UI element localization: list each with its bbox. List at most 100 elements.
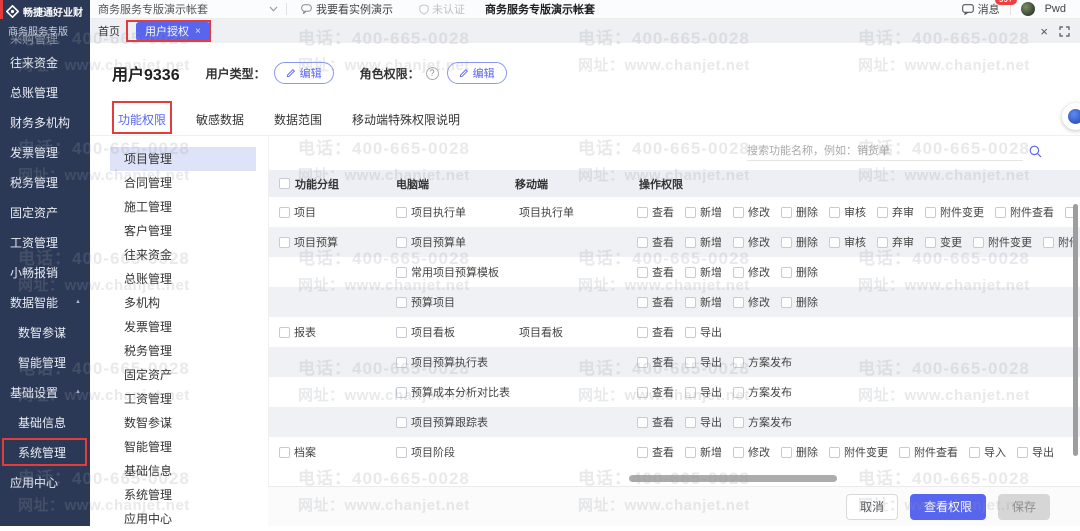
- checkbox[interactable]: [829, 237, 840, 248]
- permission-option[interactable]: 查看: [637, 264, 674, 280]
- permission-option[interactable]: 附件变更: [829, 444, 888, 460]
- checkbox[interactable]: [396, 417, 407, 428]
- category-item[interactable]: 多机构: [110, 291, 256, 315]
- permission-option[interactable]: 查看: [637, 204, 674, 220]
- sidebar-item[interactable]: 基础信息: [0, 407, 90, 437]
- checkbox[interactable]: [685, 447, 696, 458]
- checkbox[interactable]: [685, 267, 696, 278]
- permission-option[interactable]: 导出: [685, 414, 722, 430]
- search-input[interactable]: [747, 142, 1023, 161]
- permission-option[interactable]: 修改: [733, 204, 770, 220]
- checkbox[interactable]: [396, 327, 407, 338]
- category-item[interactable]: 智能管理: [110, 435, 256, 459]
- cancel-button[interactable]: 取消: [846, 494, 898, 520]
- permission-option[interactable]: 查看: [637, 414, 674, 430]
- edit-user-type-button[interactable]: 编辑: [274, 62, 334, 84]
- close-icon[interactable]: ×: [195, 26, 201, 37]
- checkbox[interactable]: [396, 387, 407, 398]
- checkbox[interactable]: [781, 237, 792, 248]
- checkbox[interactable]: [279, 237, 290, 248]
- checkbox[interactable]: [781, 207, 792, 218]
- permission-option[interactable]: 新增: [685, 264, 722, 280]
- permission-option[interactable]: 新增: [685, 444, 722, 460]
- category-item[interactable]: 总账管理: [110, 267, 256, 291]
- sidebar-item[interactable]: 基础设置▲: [0, 377, 90, 407]
- permission-option[interactable]: 导出: [1017, 444, 1054, 460]
- checkbox[interactable]: [637, 387, 648, 398]
- checkbox[interactable]: [396, 447, 407, 458]
- checkbox[interactable]: [1043, 237, 1054, 248]
- category-item[interactable]: 发票管理: [110, 315, 256, 339]
- sidebar-item[interactable]: 工资管理: [0, 227, 90, 257]
- checkbox[interactable]: [733, 297, 744, 308]
- checkbox[interactable]: [781, 297, 792, 308]
- sidebar-item[interactable]: 财务多机构: [0, 107, 90, 137]
- category-item[interactable]: 固定资产: [110, 363, 256, 387]
- permission-option[interactable]: 修改: [733, 294, 770, 310]
- sidebar-item[interactable]: 小畅报销: [0, 257, 90, 287]
- permission-option[interactable]: 方案发布: [733, 414, 792, 430]
- checkbox[interactable]: [733, 417, 744, 428]
- checkbox[interactable]: [637, 297, 648, 308]
- checkbox[interactable]: [279, 447, 290, 458]
- checkbox[interactable]: [396, 267, 407, 278]
- close-icon[interactable]: ×: [1040, 25, 1048, 38]
- collapse-arrow-icon[interactable]: ▲: [75, 299, 81, 305]
- permission-option[interactable]: 查看: [637, 234, 674, 250]
- category-item[interactable]: 往来资金: [110, 243, 256, 267]
- permission-option[interactable]: 附件变更: [925, 204, 984, 220]
- cert-status[interactable]: 未认证: [419, 1, 465, 17]
- permission-option[interactable]: 查看: [637, 444, 674, 460]
- tab-item[interactable]: 移动端特殊权限说明: [352, 111, 460, 128]
- checkbox[interactable]: [396, 237, 407, 248]
- permission-option[interactable]: 查看: [637, 324, 674, 340]
- permission-option[interactable]: 附件查看: [1043, 234, 1075, 250]
- permission-option[interactable]: 导出: [685, 324, 722, 340]
- category-item[interactable]: 数智参谋: [110, 411, 256, 435]
- sidebar-item[interactable]: 应用中心: [0, 467, 90, 497]
- vertical-scrollbar[interactable]: [1073, 204, 1078, 456]
- permission-option[interactable]: 弃审: [877, 234, 914, 250]
- permission-option[interactable]: 审核: [829, 204, 866, 220]
- permission-option[interactable]: 新增: [685, 204, 722, 220]
- checkbox[interactable]: [637, 357, 648, 368]
- permission-option[interactable]: 修改: [733, 444, 770, 460]
- sidebar-item[interactable]: 智能管理: [0, 347, 90, 377]
- sidebar-item[interactable]: 系统管理: [0, 437, 90, 467]
- checkbox[interactable]: [396, 297, 407, 308]
- checkbox[interactable]: [829, 207, 840, 218]
- avatar[interactable]: [1021, 2, 1035, 16]
- checkbox[interactable]: [685, 357, 696, 368]
- category-item[interactable]: 基础信息: [110, 459, 256, 483]
- permission-option[interactable]: 附件查看: [995, 204, 1054, 220]
- save-button[interactable]: 保存: [998, 494, 1050, 520]
- permission-option[interactable]: 删除: [781, 234, 818, 250]
- permission-option[interactable]: 方案发布: [733, 354, 792, 370]
- sidebar-item[interactable]: 往来资金: [0, 47, 90, 77]
- category-item[interactable]: 客户管理: [110, 219, 256, 243]
- checkbox[interactable]: [279, 207, 290, 218]
- tab-home[interactable]: 首页: [90, 23, 128, 39]
- permission-option[interactable]: 删除: [781, 264, 818, 280]
- select-all-checkbox[interactable]: [279, 178, 290, 189]
- sidebar-item[interactable]: 税务管理: [0, 167, 90, 197]
- tab-item[interactable]: 数据范围: [274, 111, 322, 128]
- view-permissions-button[interactable]: 查看权限: [910, 494, 986, 520]
- sidebar-item[interactable]: 数据智能▲: [0, 287, 90, 317]
- checkbox[interactable]: [973, 237, 984, 248]
- checkbox[interactable]: [637, 267, 648, 278]
- permission-option[interactable]: 导出: [685, 384, 722, 400]
- category-item[interactable]: 税务管理: [110, 339, 256, 363]
- search-icon[interactable]: [1029, 145, 1042, 158]
- checkbox[interactable]: [925, 237, 936, 248]
- checkbox[interactable]: [685, 237, 696, 248]
- permission-option[interactable]: 删除: [781, 294, 818, 310]
- permission-option[interactable]: 弃审: [877, 204, 914, 220]
- checkbox[interactable]: [685, 327, 696, 338]
- category-item[interactable]: 系统管理: [110, 483, 256, 507]
- account-selector[interactable]: 商务服务专版演示帐套: [90, 1, 286, 17]
- checkbox[interactable]: [637, 237, 648, 248]
- permission-option[interactable]: 方案发布: [733, 384, 792, 400]
- permission-option[interactable]: 查看: [637, 384, 674, 400]
- tab-item[interactable]: 敏感数据: [196, 111, 244, 128]
